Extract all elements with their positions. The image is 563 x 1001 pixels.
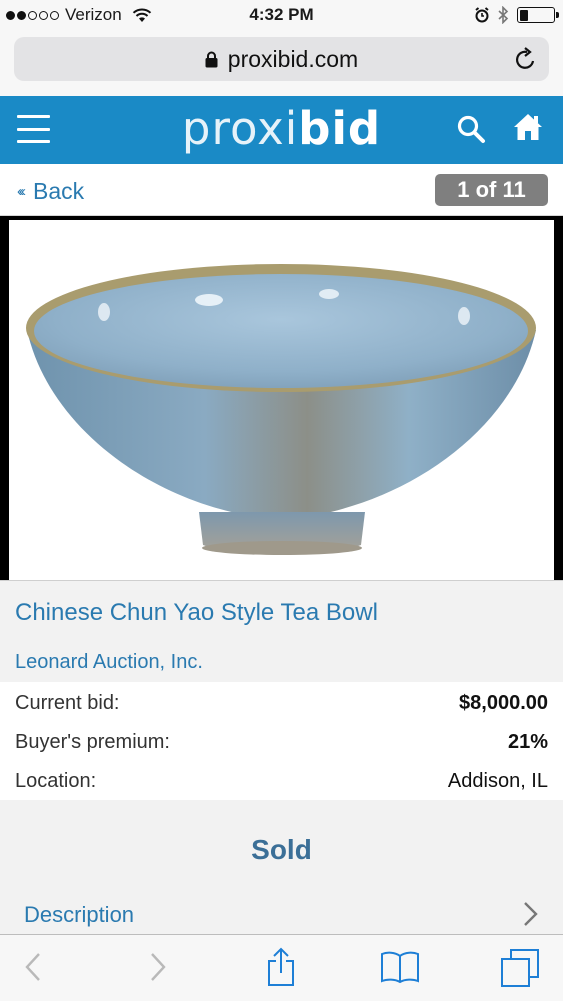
url-text: proxibid.com [227,46,359,72]
image-counter: 1 of 11 [435,174,548,206]
detail-value: Addison, IL [447,770,548,792]
chevron-right-icon [524,902,538,926]
alarm-icon [475,7,489,23]
bookmarks-icon[interactable] [380,950,420,984]
back-chevron-icon[interactable] [24,951,42,983]
detail-label: Buyer's premium: [15,731,170,753]
description-row[interactable]: Description [0,896,563,934]
detail-label: Current bid: [15,692,120,714]
site-header: proxibid [0,96,563,164]
reload-icon[interactable] [515,47,537,71]
status-right [474,6,559,24]
detail-row-current-bid: Current bid: $8,000.00 [15,684,548,722]
share-icon[interactable] [265,947,297,987]
description-label: Description [24,902,135,927]
detail-row-location: Location: Addison, IL [15,762,548,800]
home-icon[interactable] [512,111,544,143]
tea-bowl-image [26,264,536,555]
browser-chrome: proxibid.com [0,32,563,96]
auctioneer-link[interactable]: Leonard Auction, Inc. [15,651,203,674]
bluetooth-icon [498,6,509,24]
address-bar[interactable]: proxibid.com [14,37,549,81]
tabs-icon[interactable] [500,948,540,988]
back-chevron-icon: ‹‹‹ [17,183,26,200]
status-bar: Verizon 4:32 PM [0,0,563,32]
url-display[interactable]: proxibid.com [14,46,549,73]
search-icon[interactable] [456,114,486,144]
lot-image-frame[interactable] [0,216,563,580]
back-link[interactable]: ‹‹‹ Back [17,178,84,205]
lot-details: Current bid: $8,000.00 Buyer's premium: … [0,682,563,800]
lock-icon [205,51,218,68]
lot-header: Chinese Chun Yao Style Tea Bowl Leonard … [0,580,563,682]
browser-toolbar [0,934,563,1001]
lot-image[interactable] [9,220,554,580]
forward-chevron-icon[interactable] [149,951,167,983]
lot-status-area: Sold Description [0,800,563,934]
detail-row-buyers-premium: Buyer's premium: 21% [15,723,548,761]
logo-suffix: bid [298,102,382,155]
lot-navigation: ‹‹‹ Back 1 of 11 [0,164,563,216]
battery-icon [517,7,559,23]
lot-title[interactable]: Chinese Chun Yao Style Tea Bowl [15,599,378,627]
detail-value: $8,000.00 [459,692,548,714]
detail-value: 21% [507,731,548,753]
sold-status: Sold [251,834,312,865]
back-label: Back [33,178,85,204]
logo-prefix: proxi [181,102,299,155]
detail-label: Location: [15,770,97,792]
